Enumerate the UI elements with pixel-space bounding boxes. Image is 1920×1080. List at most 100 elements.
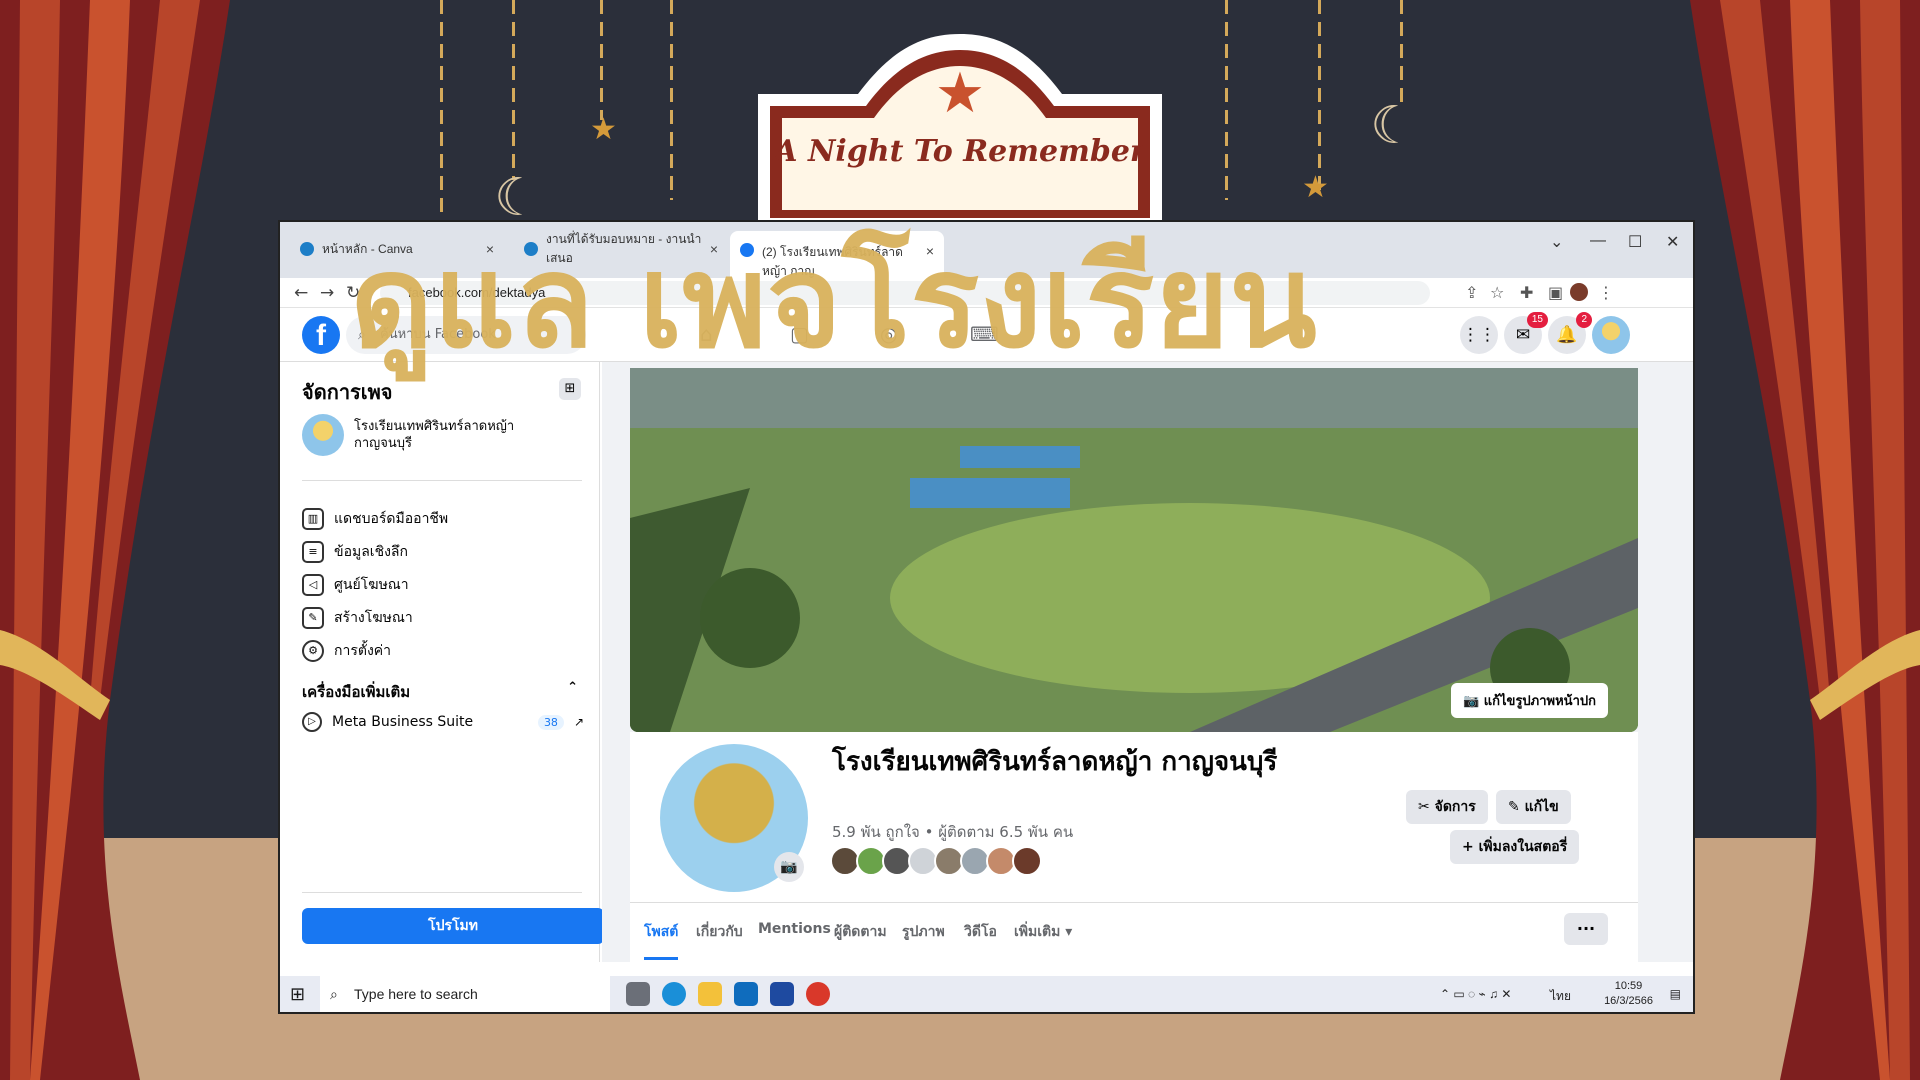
manage-button[interactable]: ✂ จัดการ: [1406, 790, 1488, 824]
sidebar-item-insights[interactable]: ≡ ข้อมูลเชิงลึก: [302, 541, 408, 563]
sidebar-item-settings[interactable]: ⚙ การตั้งค่า: [302, 640, 391, 662]
minimize-button[interactable]: —: [1590, 232, 1606, 250]
star-icon[interactable]: ☆: [1490, 283, 1504, 302]
maximize-button[interactable]: ☐: [1628, 232, 1642, 252]
sidebar-item-ad-center[interactable]: ◁ ศูนย์โฆษณา: [302, 574, 409, 596]
extensions-icon[interactable]: ✚: [1520, 283, 1533, 302]
sidepanel-icon[interactable]: ▣: [1548, 283, 1563, 302]
sidebar-page-entry[interactable]: โรงเรียนเทพศิรินทร์ลาดหญ้า กาญจนบุรี: [302, 414, 554, 456]
insights-icon: ≡: [302, 541, 324, 563]
address-bar-row: ← → ↻ facebook.com/dektadya ⇪ ☆ ✚ ▣ ⋮: [280, 278, 1693, 308]
forward-icon[interactable]: →: [320, 283, 334, 303]
count-badge: 38: [537, 714, 564, 730]
apps-menu-icon[interactable]: ⋮⋮: [1460, 316, 1498, 354]
groups-icon[interactable]: ◎: [880, 322, 897, 346]
close-icon[interactable]: ×: [926, 243, 934, 259]
edge-icon[interactable]: [662, 982, 686, 1006]
page-avatar: [302, 414, 344, 456]
divider: [302, 892, 582, 893]
notifications-icon[interactable]: 🔔 2: [1548, 312, 1592, 354]
edit-button[interactable]: ✎ แก้ไข: [1496, 790, 1571, 824]
task-view-icon[interactable]: [626, 982, 650, 1006]
taskbar-search-input[interactable]: ⌕ Type here to search: [320, 976, 610, 1012]
edit-label: แก้ไข: [1524, 799, 1559, 815]
promote-button[interactable]: โปรโมท: [302, 908, 604, 944]
sidebar-item-label: แดชบอร์ดมืออาชีพ: [334, 511, 449, 527]
page-tabs: โพสต์ เกี่ยวกับ Mentions ผู้ติดตาม รูปภา…: [630, 902, 1638, 962]
account-avatar[interactable]: [1592, 316, 1630, 354]
hanging-string: [600, 0, 603, 120]
page-switch-icon[interactable]: ⊞: [559, 378, 581, 400]
dashboard-icon: ▥: [302, 508, 324, 530]
close-icon[interactable]: ×: [710, 241, 718, 257]
taskbar-search-placeholder: Type here to search: [354, 986, 478, 1002]
pencil-icon: ✎: [1508, 799, 1525, 815]
windows-start-icon[interactable]: ⊞: [290, 984, 305, 1005]
tab-search-chevron-icon[interactable]: ⌄: [1550, 232, 1563, 252]
tab-mentions[interactable]: Mentions: [758, 921, 831, 937]
close-icon[interactable]: ×: [486, 241, 494, 257]
url-field[interactable]: facebook.com/dektadya: [380, 281, 1430, 305]
mail-icon[interactable]: [734, 982, 758, 1006]
tab-posts[interactable]: โพสต์: [644, 921, 679, 960]
taskbar-clock[interactable]: 10:59 16/3/2566: [1604, 979, 1653, 1009]
divider: [302, 480, 582, 481]
sidebar-item-create-ad[interactable]: ✎ สร้างโฆษณา: [302, 607, 413, 629]
tab-about[interactable]: เกี่ยวกับ: [696, 921, 743, 943]
sidebar-item-dashboard[interactable]: ▥ แดชบอร์ดมืออาชีพ: [302, 508, 448, 530]
messenger-icon[interactable]: ✉ 15: [1504, 312, 1548, 354]
hanging-string: [512, 0, 515, 180]
watch-icon[interactable]: ▢: [790, 322, 809, 346]
tray-icons[interactable]: ⌃ ▭ ◌ ⌁ ♫ ✕: [1440, 987, 1511, 1001]
avatar[interactable]: [1012, 846, 1042, 876]
clock-time: 10:59: [1614, 980, 1643, 992]
home-icon[interactable]: ⌂: [700, 322, 713, 346]
facebook-search-input[interactable]: ⌕ ค้นหาบน Facebook: [346, 316, 586, 354]
chrome-icon[interactable]: [806, 982, 830, 1006]
profile-picture[interactable]: 📷: [656, 740, 812, 896]
profile-avatar[interactable]: [1570, 283, 1588, 301]
edit-cover-button[interactable]: 📷 แก้ไขรูปภาพหน้าปก: [1451, 683, 1608, 718]
tab-label: หน้าหลัก - Canva: [322, 241, 413, 256]
tab-videos[interactable]: วิดีโอ: [964, 921, 997, 943]
meta-business-suite-icon: ▷: [302, 712, 322, 732]
share-icon[interactable]: ⇪: [1465, 283, 1478, 302]
back-icon[interactable]: ←: [294, 283, 308, 303]
tab-followers[interactable]: ผู้ติดตาม: [834, 921, 887, 943]
file-explorer-icon[interactable]: [698, 982, 722, 1006]
facebook-topbar: f ⌕ ค้นหาบน Facebook ⌂ ▢ ◎ ⌨ ⋮⋮ ✉ 15 🔔 2: [280, 308, 1693, 362]
chevron-up-icon[interactable]: ⌃: [567, 680, 578, 695]
more-tools-section[interactable]: เครื่องมือเพิ่มเติม ⌃: [302, 680, 592, 704]
language-indicator[interactable]: ไทย: [1550, 987, 1571, 1006]
camera-icon[interactable]: 📷: [774, 852, 804, 882]
tab-canva[interactable]: หน้าหลัก - Canva ×: [290, 233, 504, 265]
tools-icon: ✂: [1418, 799, 1435, 815]
tab-photos[interactable]: รูปภาพ: [902, 921, 945, 943]
notifications-badge: 2: [1576, 312, 1592, 328]
gaming-icon[interactable]: ⌨: [970, 322, 999, 346]
clock-date: 16/3/2566: [1604, 995, 1653, 1007]
browser-window: หน้าหลัก - Canva × งานที่ได้รับมอบหมาย -…: [280, 222, 1693, 1012]
tab-bar: หน้าหลัก - Canva × งานที่ได้รับมอบหมาย -…: [280, 222, 1693, 278]
menu-icon[interactable]: ⋮: [1598, 283, 1614, 302]
search-icon: ⌕: [330, 986, 338, 1002]
page-stats: 5.9 พัน ถูกใจ • ผู้ติดตาม 6.5 พัน คน: [832, 823, 1074, 841]
notification-center-icon[interactable]: ▤: [1670, 987, 1681, 1001]
more-options-button[interactable]: ···: [1564, 913, 1608, 945]
add-to-story-button[interactable]: + เพิ่มลงในสตอรี่: [1450, 830, 1580, 864]
reload-icon[interactable]: ↻: [346, 283, 360, 303]
canva-icon: [300, 242, 314, 256]
tab-more[interactable]: เพิ่มเติม ▾: [1014, 921, 1072, 943]
tab-facebook[interactable]: (2) โรงเรียนเทพศิรินทร์ลาดหญ้า กาญ ×: [730, 231, 944, 278]
close-window-button[interactable]: ✕: [1666, 232, 1679, 252]
hanging-string: [1400, 0, 1403, 110]
sidebar-item-meta-business-suite[interactable]: ▷ Meta Business Suite 38 ↗: [302, 712, 592, 732]
hanging-string: [440, 0, 443, 230]
cover-photo: 📷 แก้ไขรูปภาพหน้าปก: [630, 368, 1638, 732]
facebook-logo[interactable]: f: [302, 316, 340, 354]
word-icon[interactable]: [770, 982, 794, 1006]
tab-assignment[interactable]: งานที่ได้รับมอบหมาย - งานนำเสนอ ×: [514, 232, 728, 265]
megaphone-icon: ◁: [302, 574, 324, 596]
sidebar-item-label: Meta Business Suite: [332, 714, 474, 730]
promote-label: โปรโมท: [428, 918, 478, 934]
